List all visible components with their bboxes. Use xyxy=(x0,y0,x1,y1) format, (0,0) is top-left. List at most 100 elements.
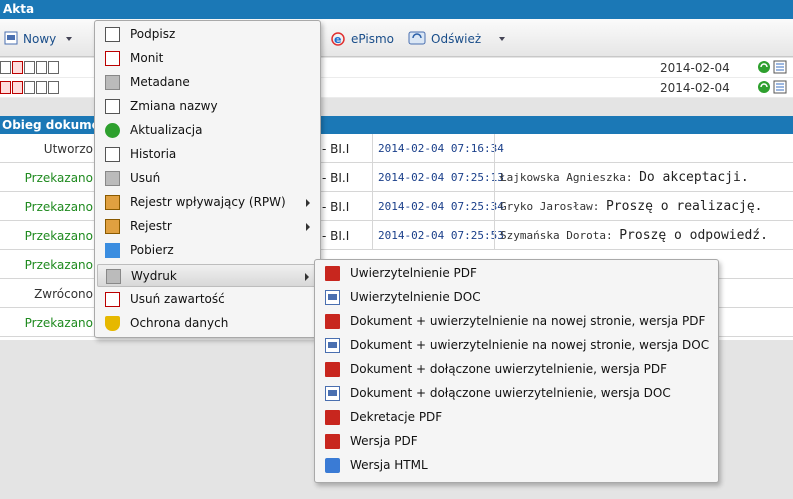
svg-text:e: e xyxy=(334,33,341,46)
menu-item-register[interactable]: Rejestr xyxy=(97,215,318,238)
clear-content-icon xyxy=(105,292,120,307)
submenu-arrow-icon xyxy=(306,199,310,207)
log-status: Przekazano xyxy=(24,200,93,214)
refresh-icon[interactable] xyxy=(757,80,771,94)
refresh-icon[interactable] xyxy=(757,60,771,74)
epismo-button-label: ePismo xyxy=(351,32,394,46)
menu-item-data-protection[interactable]: Ochrona danych xyxy=(97,312,318,335)
log-person: Szymańska Dorota: xyxy=(500,229,613,242)
menu-item-download[interactable]: Pobierz xyxy=(97,239,318,262)
submenu-item-label: Dokument + uwierzytelnienie na nowej str… xyxy=(350,338,710,352)
submenu-item-version-html[interactable]: Wersja HTML xyxy=(317,454,716,477)
menu-item-reminder[interactable]: Monit xyxy=(97,47,318,70)
download-icon xyxy=(105,243,120,258)
metadata-icon[interactable] xyxy=(36,81,47,94)
submenu-item-doc-auth-newpage-doc[interactable]: Dokument + uwierzytelnienie na nowej str… xyxy=(317,334,716,357)
epismo-icon: e xyxy=(330,30,346,49)
menu-item-incoming-register[interactable]: Rejestr wpływający (RPW) xyxy=(97,191,318,214)
more-dropdown[interactable] xyxy=(499,29,505,49)
log-status: Przekazano xyxy=(24,171,93,185)
menu-item-print[interactable]: Wydruk xyxy=(97,264,318,287)
menu-item-label: Pobierz xyxy=(130,243,174,257)
log-message: Do akceptacji. xyxy=(639,170,749,185)
log-timestamp: 2014-02-04 07:25:53 xyxy=(378,229,504,242)
submenu-item-auth-pdf[interactable]: Uwierzytelnienie PDF xyxy=(317,262,716,285)
rename-icon xyxy=(105,99,120,114)
menu-item-label: Podpisz xyxy=(130,27,176,41)
history-icon[interactable] xyxy=(773,60,787,74)
log-status: Utworzo xyxy=(43,142,93,156)
history-icon[interactable] xyxy=(773,80,787,94)
context-menu: Podpisz Monit Metadane Zmiana nazwy Aktu… xyxy=(94,20,321,338)
chevron-down-icon xyxy=(66,37,73,41)
log-timestamp: 2014-02-04 07:25:13 xyxy=(378,171,504,184)
row-action-icons xyxy=(0,81,59,94)
menu-item-label: Wydruk xyxy=(131,269,177,283)
menu-item-rename[interactable]: Zmiana nazwy xyxy=(97,95,318,118)
epismo-button[interactable]: e ePismo xyxy=(330,29,394,49)
menu-item-label: Zmiana nazwy xyxy=(130,99,218,113)
menu-item-sign[interactable]: Podpisz xyxy=(97,23,318,46)
refresh-icon xyxy=(408,30,426,49)
pdf-icon xyxy=(325,410,340,425)
bookmark-icon[interactable] xyxy=(12,81,23,94)
log-unit: - BI.I xyxy=(322,142,350,156)
log-comment: Szymańska Dorota: Proszę o odpowiedź. xyxy=(500,228,768,243)
refresh-icon xyxy=(105,123,120,138)
document-date: 2014-02-04 xyxy=(660,61,730,75)
submenu-item-doc-attached-auth-doc[interactable]: Dokument + dołączone uwierzytelnienie, w… xyxy=(317,382,716,405)
submenu-item-decrees-pdf[interactable]: Dekretacje PDF xyxy=(317,406,716,429)
menu-item-clear-content[interactable]: Usuń zawartość xyxy=(97,288,318,311)
submenu-item-auth-doc[interactable]: Uwierzytelnienie DOC xyxy=(317,286,716,309)
sign-icon xyxy=(105,27,120,42)
menu-item-label: Historia xyxy=(130,147,177,161)
menu-item-label: Aktualizacja xyxy=(130,123,203,137)
menu-item-delete[interactable]: Usuń xyxy=(97,167,318,190)
doc-icon xyxy=(325,290,340,305)
menu-item-label: Ochrona danych xyxy=(130,316,229,330)
submenu-item-label: Wersja HTML xyxy=(350,458,428,472)
rename-icon[interactable] xyxy=(48,81,59,94)
history-icon xyxy=(105,147,120,162)
log-timestamp: 2014-02-04 07:25:34 xyxy=(378,200,504,213)
row-right-icons xyxy=(757,80,787,94)
new-button[interactable]: Nowy xyxy=(4,29,73,49)
submenu-item-label: Uwierzytelnienie DOC xyxy=(350,290,481,304)
refresh-button[interactable]: Odśwież xyxy=(408,29,481,49)
submenu-item-doc-auth-newpage-pdf[interactable]: Dokument + uwierzytelnienie na nowej str… xyxy=(317,310,716,333)
log-unit: - BI.I xyxy=(322,171,350,185)
submenu-item-label: Dokument + dołączone uwierzytelnienie, w… xyxy=(350,362,668,376)
bookmark-icon[interactable] xyxy=(12,61,23,74)
menu-item-metadata[interactable]: Metadane xyxy=(97,71,318,94)
log-person: Gryko Jarosław: xyxy=(500,200,600,213)
sign-icon[interactable] xyxy=(0,61,11,74)
sign-icon[interactable] xyxy=(0,81,11,94)
rename-icon[interactable] xyxy=(48,61,59,74)
menu-item-label: Rejestr xyxy=(130,219,172,233)
metadata-icon[interactable] xyxy=(36,61,47,74)
log-status: Zwrócono xyxy=(34,287,93,301)
log-person: Łajkowska Agnieszka: xyxy=(500,171,633,184)
pdf-icon xyxy=(325,266,340,281)
window-title: Akta xyxy=(0,0,793,19)
metadata-icon xyxy=(105,75,120,90)
menu-item-history[interactable]: Historia xyxy=(97,143,318,166)
submenu-item-label: Dokument + dołączone uwierzytelnienie, w… xyxy=(350,386,671,400)
log-status: Przekazano xyxy=(24,258,93,272)
menu-item-label: Rejestr wpływający (RPW) xyxy=(130,195,286,209)
submenu-item-version-pdf[interactable]: Wersja PDF xyxy=(317,430,716,453)
register-icon xyxy=(105,219,120,234)
submenu-item-label: Dekretacje PDF xyxy=(350,410,443,424)
menu-item-label: Metadane xyxy=(130,75,190,89)
info-icon[interactable] xyxy=(24,61,35,74)
log-status: Przekazano xyxy=(24,316,93,330)
row-action-icons xyxy=(0,61,59,74)
submenu-item-doc-attached-auth-pdf[interactable]: Dokument + dołączone uwierzytelnienie, w… xyxy=(317,358,716,381)
submenu-arrow-icon xyxy=(306,223,310,231)
shield-icon xyxy=(105,316,120,331)
submenu-arrow-icon xyxy=(305,273,309,281)
info-icon[interactable] xyxy=(24,81,35,94)
log-unit: - BI.I xyxy=(322,229,350,243)
menu-item-update[interactable]: Aktualizacja xyxy=(97,119,318,142)
trash-icon xyxy=(105,171,120,186)
